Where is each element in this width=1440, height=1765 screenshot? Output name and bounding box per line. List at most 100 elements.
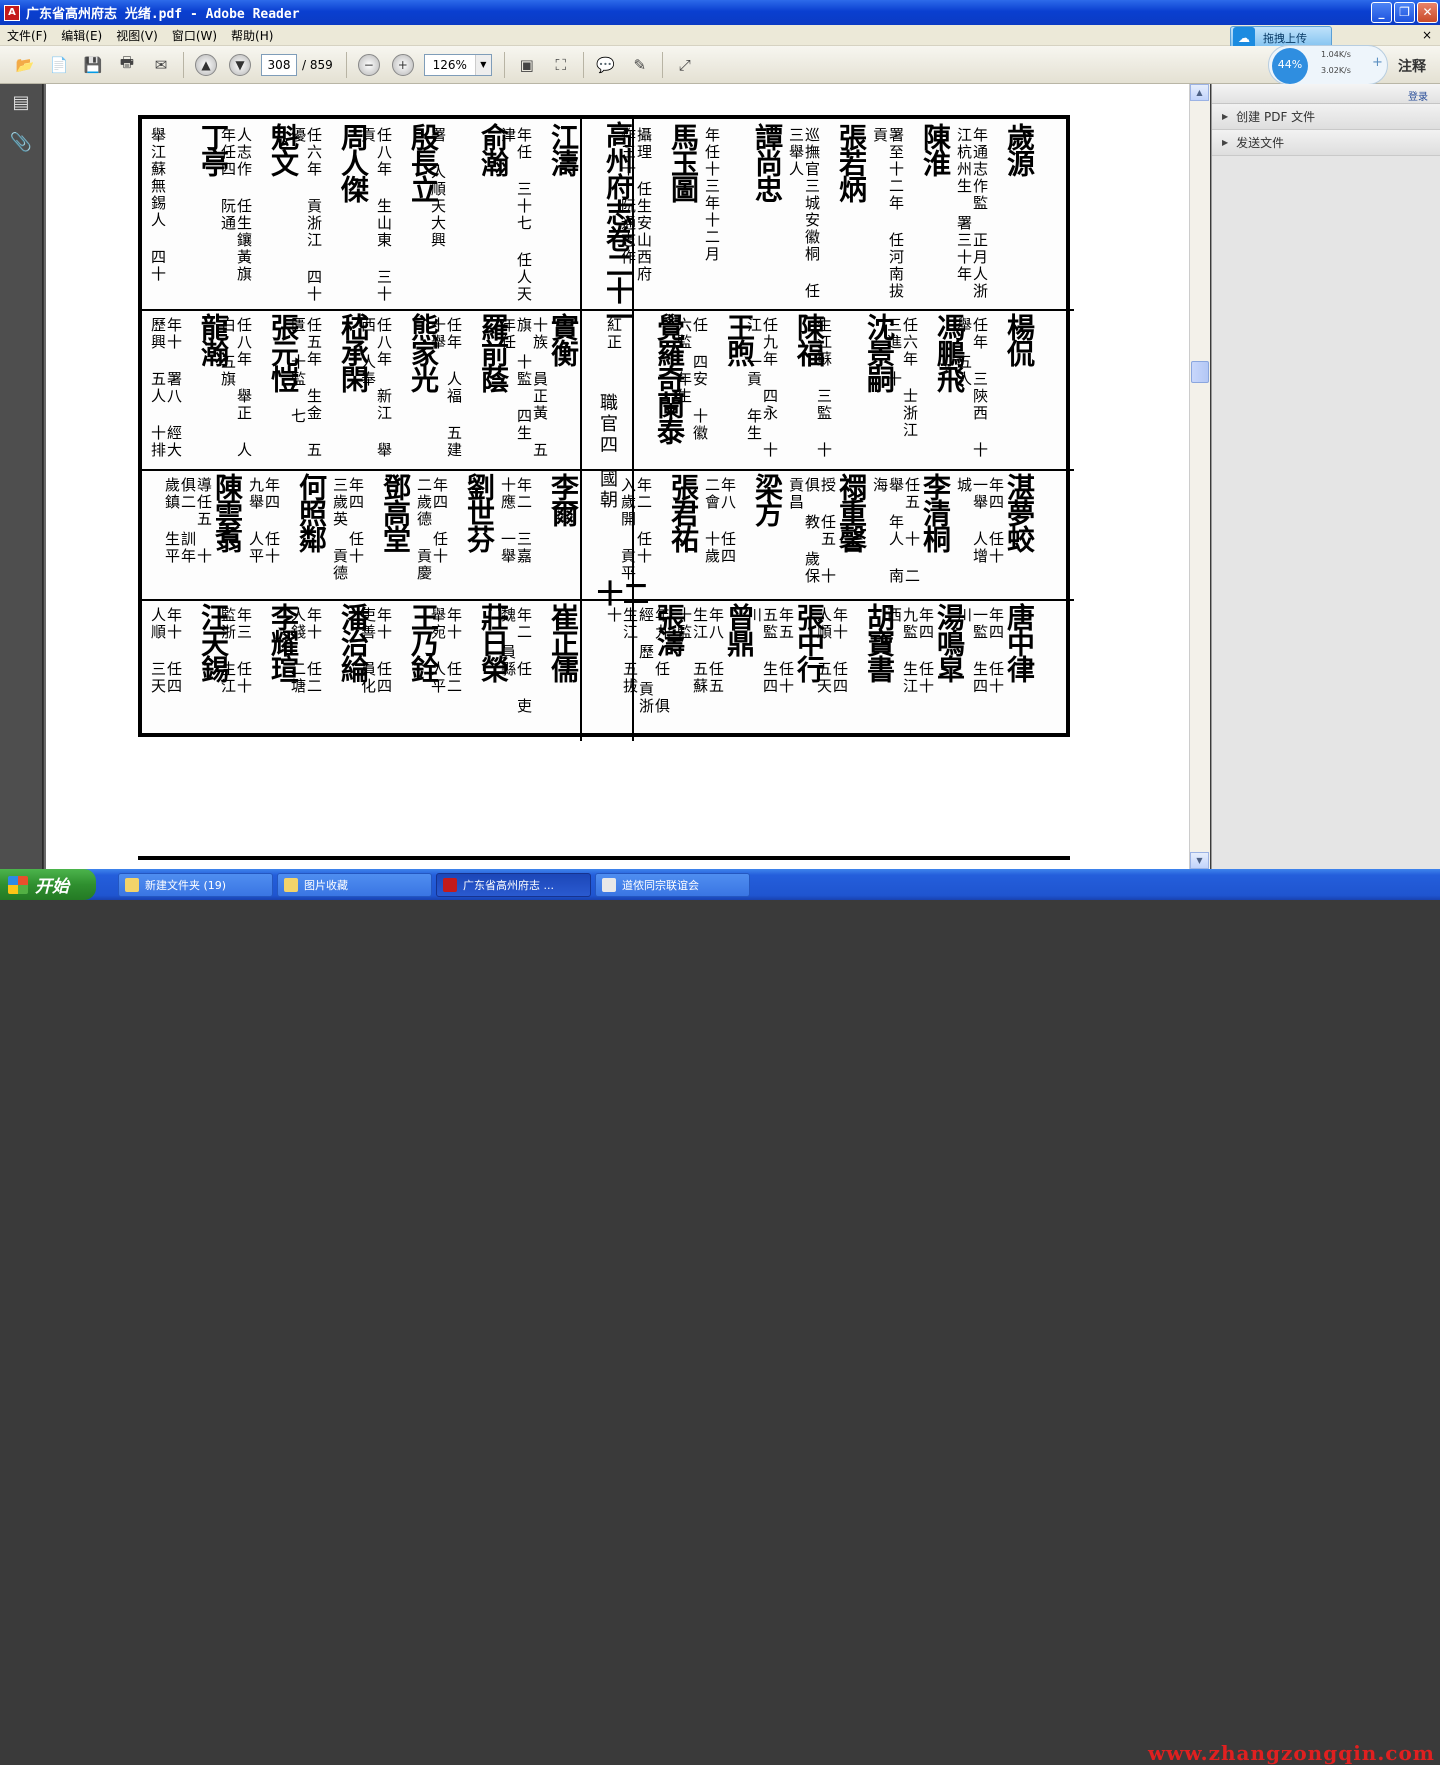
official-entry: 胡寶書	[850, 603, 896, 681]
fullscreen-icon[interactable]: ⤢	[672, 52, 698, 78]
menu-edit[interactable]: 编辑(E)	[54, 27, 109, 44]
table-rule	[142, 309, 1074, 311]
official-name: 陳雲翥	[211, 473, 244, 551]
menu-window[interactable]: 窗口(W)	[165, 27, 224, 44]
annotate-button[interactable]: 注释	[1398, 56, 1426, 76]
official-note: 年八 任四 二會 十歲	[704, 477, 736, 565]
official-entry: 莊日榮	[464, 603, 510, 681]
comment-icon[interactable]: 💬	[593, 52, 619, 78]
menu-view[interactable]: 视图(V)	[109, 27, 165, 44]
official-name: 龍瀚	[197, 313, 230, 365]
official-entry: 張君祐	[654, 473, 700, 551]
minimize-button[interactable]: _	[1371, 2, 1392, 23]
official-name: 沈景嗣	[863, 313, 896, 391]
official-entry: 鄧高堂	[366, 473, 412, 551]
task-folder-label: 新建文件夹 (19)	[145, 878, 227, 892]
official-name: 禤重馨	[835, 473, 868, 551]
highlight-icon[interactable]: ✎	[627, 52, 653, 78]
center-column-rule	[580, 119, 582, 741]
official-name: 張中行	[793, 603, 826, 681]
official-name: 鄧高堂	[379, 473, 412, 551]
official-name: 莊日榮	[477, 603, 510, 681]
next-page-edge	[138, 856, 1070, 860]
windows-logo-icon	[8, 875, 28, 894]
official-entry: 張元愷	[254, 313, 300, 391]
site-watermark: www.zhangzongqin.com	[1148, 1741, 1435, 1765]
official-note: 巡撫官三城安徽桐 任三舉人	[788, 127, 820, 300]
official-entry: 何照鄰	[282, 473, 328, 551]
plus-icon[interactable]: +	[1372, 55, 1383, 70]
menu-file[interactable]: 文件(F)	[0, 27, 54, 44]
official-name: 李耀瑄	[267, 603, 300, 681]
create-pdf-label: 创建 PDF 文件	[1236, 110, 1316, 124]
official-name: 李清桐	[919, 473, 952, 551]
restore-button[interactable]: ❐	[1394, 2, 1415, 23]
document-close-icon[interactable]: ×	[1422, 28, 1432, 42]
page-number-input[interactable]: 308	[261, 53, 297, 76]
official-name: 譚尚忠	[751, 123, 784, 201]
create-pdf-item[interactable]: ▶ 创建 PDF 文件	[1212, 104, 1440, 130]
scroll-down-icon[interactable]: ▼	[1190, 852, 1209, 869]
official-name: 陳淮	[919, 123, 952, 175]
official-name: 江濤	[547, 123, 580, 175]
official-entry: 沈景嗣	[850, 313, 896, 391]
official-note: 年四 任十 九舉 人平	[248, 477, 280, 565]
official-name: 劉世芬	[463, 473, 496, 551]
zoom-select[interactable]: 126% ▼	[423, 53, 492, 76]
taskbar: 开始 新建文件夹 (19) 图片收藏 广东省高州府志 ... 道侬同宗联谊会 w…	[0, 869, 1440, 1765]
official-entry: 譚尚忠	[738, 123, 784, 201]
previous-page-icon[interactable]: ▲	[195, 53, 217, 76]
browser-icon	[602, 877, 616, 892]
official-entry: 羅前蔭	[464, 313, 510, 391]
scroll-thumb[interactable]	[1191, 361, 1209, 383]
print-icon[interactable]: 🖶	[114, 52, 140, 78]
menu-help[interactable]: 帮助(H)	[224, 27, 280, 44]
official-name: 王煦	[723, 313, 756, 365]
official-entry: 李耀瑄	[254, 603, 300, 681]
task-folder[interactable]: 新建文件夹 (19)	[118, 872, 273, 897]
open-file-icon[interactable]: 📂	[12, 52, 38, 78]
official-note: 授 任五 十 俱 教 歲保 貢昌	[788, 477, 836, 585]
official-name: 張若炳	[835, 123, 868, 201]
send-file-item[interactable]: ▶ 发送文件	[1212, 130, 1440, 156]
start-button[interactable]: 开始	[0, 869, 96, 900]
fit-page-icon[interactable]: ▣	[514, 52, 540, 78]
task-pictures[interactable]: 图片收藏	[277, 872, 432, 897]
official-name: 崔正儒	[547, 603, 580, 681]
official-name: 潘治綸	[337, 603, 370, 681]
official-name: 曾鼎	[723, 603, 756, 655]
fit-width-icon[interactable]: ⛶	[548, 52, 574, 78]
speed-monitor[interactable]: 44% 1.04K/s 3.02K/s +	[1268, 45, 1388, 85]
official-name: 李爾	[547, 473, 580, 525]
adobe-reader-icon: A	[4, 4, 20, 21]
official-entry: 覺羅奇蘭泰	[640, 313, 686, 443]
task-browser[interactable]: 道侬同宗联谊会	[595, 872, 750, 897]
official-name: 何照鄰	[295, 473, 328, 551]
next-page-icon[interactable]: ▼	[229, 53, 251, 76]
vertical-scrollbar[interactable]: ▲ ▼	[1189, 84, 1210, 869]
close-button[interactable]: ✕	[1417, 2, 1438, 23]
official-name: 陳福	[793, 313, 826, 365]
official-note: 署至十二年 任河南拔貢	[872, 127, 904, 300]
email-icon[interactable]: ✉	[148, 52, 174, 78]
task-adobe-reader[interactable]: 广东省高州府志 ...	[436, 872, 591, 897]
title-bar: A 广东省高州府志 光绪.pdf - Adobe Reader _ ❐ ✕	[0, 0, 1440, 25]
attachment-icon[interactable]: 📎	[8, 132, 34, 158]
create-pdf-icon[interactable]: 📄	[46, 52, 72, 78]
official-name: 俞瀚	[477, 123, 510, 175]
official-entry: 崔正儒	[534, 603, 580, 681]
pages-icon[interactable]: ▤	[8, 92, 34, 118]
scroll-up-icon[interactable]: ▲	[1190, 84, 1209, 101]
send-file-label: 发送文件	[1236, 136, 1285, 150]
document-viewport[interactable]: 高州府志卷二十一 職官四 國朝 十二 歲源 年通志作監 正月人浙江杭州生 署三十年…	[44, 84, 1189, 869]
official-name: 周人傑	[337, 123, 370, 201]
speed-percent: 44%	[1272, 48, 1308, 84]
login-link[interactable]: 登录	[1212, 84, 1440, 104]
save-icon[interactable]: 💾	[80, 52, 106, 78]
zoom-out-icon[interactable]: −	[357, 53, 380, 76]
zoom-in-icon[interactable]: +	[391, 53, 414, 76]
official-entry: 潘治綸	[324, 603, 370, 681]
chevron-down-icon[interactable]: ▼	[474, 54, 491, 75]
official-entry: 馬玉圖	[654, 123, 700, 201]
official-entry: 張若炳	[822, 123, 868, 201]
